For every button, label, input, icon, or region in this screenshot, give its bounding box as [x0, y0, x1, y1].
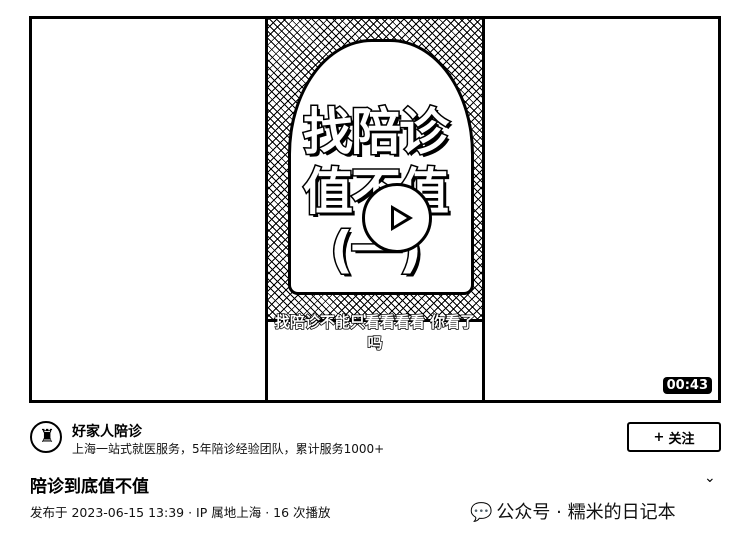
wechat-icon: 💬	[470, 502, 493, 523]
watermark-text: 公众号 · 糯米的日记本	[496, 502, 676, 523]
video-duration: 00:43	[662, 377, 712, 394]
overlay-title-line-1: 找陪诊	[302, 103, 451, 161]
overlay-subtitle: 找陪诊不能只看看看看 你看了吗	[274, 312, 476, 353]
avatar[interactable]	[30, 421, 62, 453]
channel-name[interactable]: 好家人陪诊	[72, 421, 142, 441]
channel-description: 上海一站式就医服务，5年陪诊经验团队，累计服务1000+	[72, 442, 385, 456]
follow-button[interactable]: 关注	[627, 422, 721, 452]
chevron-down-icon[interactable]: ⌄	[704, 470, 716, 486]
play-icon[interactable]	[362, 183, 432, 253]
video-player[interactable]: 找陪诊 值不值 (一) 找陪诊不能只看看看看 你看了吗 00:43	[29, 16, 721, 403]
post-title: 陪诊到底值不值	[30, 477, 149, 497]
watermark: 💬 公众号 · 糯米的日记本	[470, 498, 676, 524]
post-meta: 发布于 2023-06-15 13:39 · IP 属地上海 · 16 次播放	[30, 505, 331, 520]
follow-label: 关注	[668, 431, 695, 447]
